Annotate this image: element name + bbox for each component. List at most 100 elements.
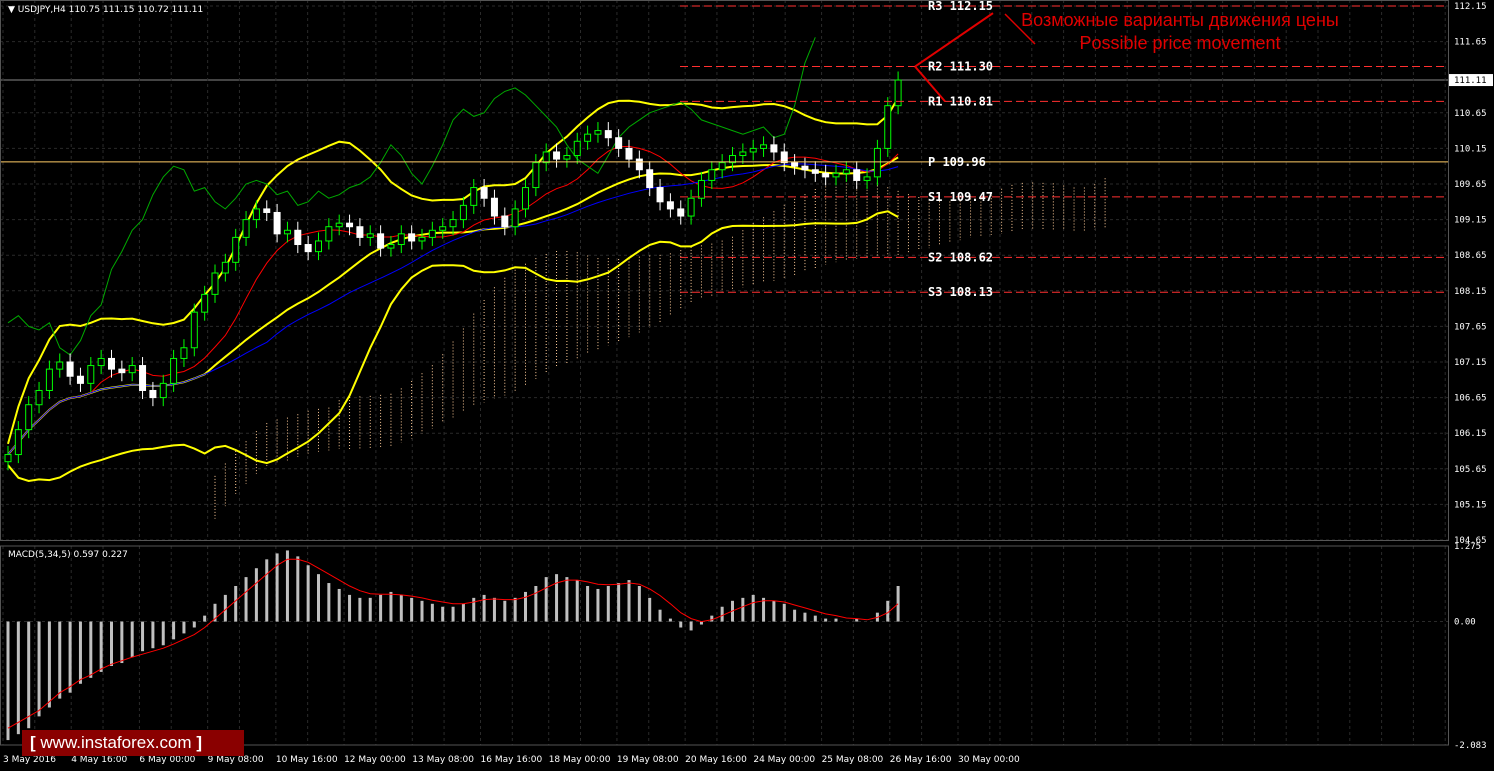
macd-bar <box>451 606 455 622</box>
candle-body <box>439 226 447 231</box>
macd-bar <box>586 586 590 622</box>
macd-tick-label: 1.275 <box>1454 542 1481 552</box>
candle-body <box>656 187 664 203</box>
candle-body <box>760 144 768 149</box>
candle-body <box>315 240 322 253</box>
macd-bar <box>513 597 517 622</box>
candle-body <box>811 169 819 174</box>
macd-bar <box>627 580 631 622</box>
candle-body <box>791 162 799 167</box>
candle-body <box>346 222 354 228</box>
candle-body <box>625 147 633 160</box>
macd-bar <box>503 600 507 622</box>
y-tick-label: 111.65 <box>1454 38 1487 48</box>
macd-tick-label: -2.083 <box>1454 741 1487 751</box>
candle-body <box>252 208 260 221</box>
macd-bar <box>834 618 838 622</box>
x-tick-label: 3 May 2016 <box>3 755 56 765</box>
macd-bar <box>596 588 600 622</box>
candle-body <box>863 176 871 181</box>
candle-body <box>273 211 281 235</box>
macd-bar <box>617 583 621 622</box>
macd-bar <box>68 621 72 693</box>
candle-body <box>304 244 312 253</box>
candle-body <box>242 219 250 238</box>
macd-bar <box>544 577 548 622</box>
candle-body <box>221 261 229 274</box>
x-tick-label: 20 May 16:00 <box>685 755 747 765</box>
macd-bar <box>244 577 248 622</box>
macd-bar <box>348 594 352 622</box>
macd-bar <box>130 621 134 658</box>
macd-bar <box>648 597 652 622</box>
y-tick-label: 109.65 <box>1454 180 1487 190</box>
macd-bar <box>120 621 124 664</box>
candle-body <box>190 311 198 349</box>
candle-body <box>377 233 385 249</box>
instaforex-logo[interactable]: [ www.instaforex.com ] <box>22 730 244 756</box>
arrow-up <box>914 12 994 68</box>
candle-body <box>842 169 850 174</box>
pivot-label: R2 111.30 <box>928 60 993 74</box>
macd-header: MACD(5,34,5) 0.597 0.227 <box>8 550 128 560</box>
macd-bar <box>27 621 31 729</box>
price-chart[interactable]: R3 112.15 R2 111.30 R1 110.81 P 109.96 S1 10… <box>0 0 1494 771</box>
candle-body <box>563 155 571 160</box>
bollinger-upper <box>7 97 899 445</box>
candle-body <box>4 454 12 463</box>
macd-bar <box>824 618 828 622</box>
macd-bar <box>803 612 807 622</box>
macd-bar <box>751 594 755 622</box>
macd-bar <box>534 586 538 622</box>
macd-bar <box>99 621 103 672</box>
candle-body <box>149 389 157 399</box>
macd-pane-frame <box>0 545 1449 746</box>
macd-bar <box>420 600 424 622</box>
macd-bar <box>793 609 797 622</box>
macd-bar <box>265 559 269 622</box>
macd-bar <box>275 553 279 622</box>
x-tick-label: 16 May 16:00 <box>481 755 543 765</box>
candle-body <box>283 229 291 235</box>
x-tick-label: 10 May 16:00 <box>276 755 338 765</box>
candle-body <box>118 368 126 374</box>
candle-body <box>25 404 33 431</box>
macd-bar <box>441 606 445 622</box>
x-tick-label: 4 May 16:00 <box>71 755 127 765</box>
symbol-header: ▼ USDJPY,H4 110.75 111.15 110.72 111.11 <box>8 5 203 15</box>
y-tick-label: 106.65 <box>1454 394 1487 404</box>
y-tick-label: 108.15 <box>1454 287 1487 297</box>
pivot-label: S2 108.62 <box>928 250 993 264</box>
candle-body <box>180 347 188 359</box>
macd-bar <box>151 621 155 649</box>
macd-bar <box>430 603 434 622</box>
candle-body <box>780 151 788 164</box>
macd-bar <box>37 621 41 717</box>
candle-body <box>770 144 778 153</box>
x-tick-label: 24 May 00:00 <box>753 755 815 765</box>
candle-body <box>708 169 716 181</box>
candle-body <box>387 244 395 249</box>
candle-body <box>418 236 426 242</box>
macd-bar <box>555 574 559 622</box>
candle-body <box>490 197 498 217</box>
bollinger-lower <box>7 210 899 483</box>
candle-body <box>128 365 136 374</box>
candle-body <box>170 357 178 384</box>
candle-body <box>108 357 115 370</box>
pivot-label: S1 109.47 <box>928 190 993 204</box>
candle-body <box>66 361 74 377</box>
y-tick-label: 105.65 <box>1454 465 1487 475</box>
macd-bar <box>161 621 165 646</box>
macd-bar <box>337 588 341 622</box>
macd-bar <box>368 597 372 622</box>
candle-body <box>87 365 95 384</box>
header-dropdown-icon[interactable]: ▼ <box>8 5 15 15</box>
pivot-label: P 109.96 <box>928 155 986 169</box>
price-pane-frame <box>0 0 1449 541</box>
macd-bar <box>710 615 714 622</box>
candle-body <box>584 133 592 142</box>
macd-bar <box>575 580 579 622</box>
candle-body <box>873 147 881 178</box>
macd-bar <box>172 621 176 640</box>
